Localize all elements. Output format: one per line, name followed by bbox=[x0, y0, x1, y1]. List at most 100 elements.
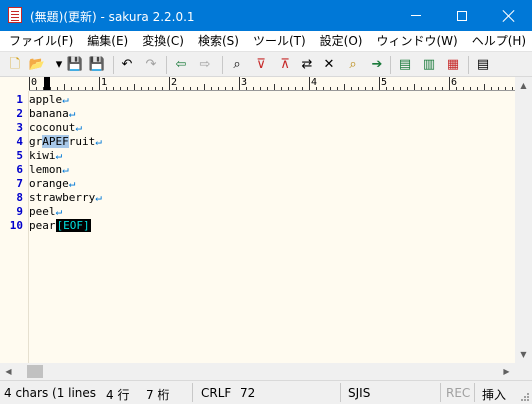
ruler-tick bbox=[211, 87, 212, 90]
settings-icon[interactable]: ▤ bbox=[474, 56, 492, 74]
status-divider bbox=[340, 383, 341, 402]
app-icon[interactable] bbox=[8, 7, 22, 23]
text-line[interactable]: 9 peel↵ bbox=[0, 205, 515, 219]
ruler-corner bbox=[0, 77, 29, 91]
status-bar: 4 chars (1 lines 4 行 7 桁 CRLF 72 SJIS RE… bbox=[0, 380, 532, 404]
ruler-tick bbox=[351, 87, 352, 90]
ruler-tick bbox=[428, 87, 429, 90]
close-button[interactable] bbox=[486, 0, 532, 31]
save-icon[interactable]: 💾 bbox=[66, 56, 84, 74]
text-line[interactable]: 2 banana↵ bbox=[0, 107, 515, 121]
line-number: 4 bbox=[16, 135, 23, 148]
scroll-up-icon[interactable]: ▲ bbox=[515, 77, 532, 94]
status-encoding[interactable]: SJIS bbox=[348, 386, 370, 400]
ruler-tick bbox=[491, 87, 492, 90]
status-line-ending[interactable]: CRLF bbox=[201, 386, 231, 400]
line-number: 6 bbox=[16, 163, 23, 176]
maximize-icon bbox=[457, 10, 467, 21]
resize-grip-icon[interactable] bbox=[520, 392, 530, 402]
scroll-right-icon[interactable]: ▶ bbox=[498, 363, 515, 380]
open-folder-icon[interactable]: 📂 bbox=[28, 56, 46, 74]
search-next-icon[interactable]: ⊼ bbox=[276, 56, 294, 74]
title-bar[interactable]: (無題)(更新) - sakura 2.2.0.1 bbox=[0, 0, 532, 31]
status-insert-mode[interactable]: 挿入 bbox=[482, 386, 506, 403]
ruler-tick bbox=[484, 84, 485, 90]
eof-marker: [EOF] bbox=[55, 219, 91, 232]
status-divider bbox=[440, 383, 441, 402]
line-number: 5 bbox=[16, 149, 23, 162]
menu-convert[interactable]: 変換(C) bbox=[135, 31, 191, 51]
jump-forward-icon[interactable]: ⇨ bbox=[196, 56, 214, 74]
ruler-tick bbox=[498, 87, 499, 90]
toolbar-separator bbox=[222, 56, 223, 74]
text-line[interactable]: 7 orange↵ bbox=[0, 177, 515, 191]
ruler-tick bbox=[260, 87, 261, 90]
minimize-button[interactable] bbox=[393, 0, 439, 31]
save-as-icon[interactable]: 💾 bbox=[88, 56, 106, 74]
line-text: kiwi bbox=[29, 149, 56, 162]
text-line[interactable]: 10 pear[EOF] bbox=[0, 219, 515, 233]
line-number: 2 bbox=[16, 107, 23, 120]
vertical-scrollbar[interactable]: ▲ ▼ bbox=[515, 77, 532, 363]
line-number: 7 bbox=[16, 177, 23, 190]
text-line[interactable]: 8 strawberry↵ bbox=[0, 191, 515, 205]
close-icon bbox=[503, 10, 515, 22]
ruler-tick bbox=[134, 84, 135, 90]
ruler-tick bbox=[442, 87, 443, 90]
scroll-down-icon[interactable]: ▼ bbox=[515, 346, 532, 363]
search-prev-icon[interactable]: ⊽ bbox=[252, 56, 270, 74]
menu-search[interactable]: 検索(S) bbox=[191, 31, 246, 51]
maximize-button[interactable] bbox=[439, 0, 485, 31]
ruler-tick bbox=[407, 87, 408, 90]
newline-mark: ↵ bbox=[95, 135, 102, 148]
menu-bar: ファイル(F) 編集(E) 変換(C) 検索(S) ツール(T) 設定(O) ウ… bbox=[0, 31, 532, 51]
toolbar-separator bbox=[113, 56, 114, 74]
menu-file[interactable]: ファイル(F) bbox=[2, 31, 80, 51]
text-line[interactable]: 1 apple↵ bbox=[0, 93, 515, 107]
ruler[interactable]: 0 1 2 3 4 5 6 bbox=[29, 77, 515, 91]
ruler-tick bbox=[449, 77, 450, 90]
undo-icon[interactable]: ↶ bbox=[118, 56, 136, 74]
menu-window[interactable]: ウィンドウ(W) bbox=[369, 31, 464, 51]
ruler-tick bbox=[302, 87, 303, 90]
menu-help[interactable]: ヘルプ(H) bbox=[465, 31, 532, 51]
ruler-tick bbox=[344, 84, 345, 90]
ruler-tick bbox=[50, 87, 51, 90]
bookmark-icon[interactable]: ➔ bbox=[368, 56, 386, 74]
ruler-label: 0 bbox=[31, 77, 38, 88]
grep-icon[interactable]: ⌕ bbox=[344, 56, 362, 74]
editor-area[interactable]: 1 apple↵ 2 banana↵ 3 coconut↵ 4 grAPEFru… bbox=[0, 91, 515, 363]
tag-jump-icon[interactable]: ▦ bbox=[444, 56, 462, 74]
redo-icon[interactable]: ↷ bbox=[142, 56, 160, 74]
ruler-tick bbox=[162, 87, 163, 90]
ruler-tick bbox=[470, 87, 471, 90]
ruler-tick bbox=[169, 77, 170, 90]
newline-mark: ↵ bbox=[68, 177, 76, 190]
ruler-tick bbox=[337, 87, 338, 90]
toolbar-separator bbox=[468, 56, 469, 74]
status-divider bbox=[192, 383, 193, 402]
menu-settings[interactable]: 設定(O) bbox=[313, 31, 370, 51]
ruler-tick bbox=[99, 77, 100, 90]
ruler-label: 5 bbox=[381, 77, 388, 88]
newline-mark: ↵ bbox=[95, 191, 102, 204]
clear-search-icon[interactable]: ✕ bbox=[320, 56, 338, 74]
status-char-code: 72 bbox=[240, 386, 256, 400]
replace-icon[interactable]: ⇄ bbox=[298, 56, 316, 74]
outline-icon[interactable]: ▤ bbox=[396, 56, 414, 74]
ruler-tick bbox=[190, 87, 191, 90]
menu-tools[interactable]: ツール(T) bbox=[246, 31, 313, 51]
text-line[interactable]: 6 lemon↵ bbox=[0, 163, 515, 177]
compare-icon[interactable]: ▥ bbox=[420, 56, 438, 74]
scroll-left-icon[interactable]: ◀ bbox=[0, 363, 17, 380]
jump-back-icon[interactable]: ⇦ bbox=[172, 56, 190, 74]
text-line[interactable]: 4 grAPEFruit↵ bbox=[0, 135, 515, 149]
text-line[interactable]: 5 kiwi↵ bbox=[0, 149, 515, 163]
search-icon[interactable]: ⌕ bbox=[228, 56, 246, 74]
text-line[interactable]: 3 coconut↵ bbox=[0, 121, 515, 135]
horizontal-scroll-thumb[interactable] bbox=[27, 365, 43, 378]
ruler-tick bbox=[400, 87, 401, 90]
new-file-icon[interactable]: 🗋 bbox=[6, 56, 24, 74]
horizontal-scrollbar[interactable]: ◀ ▶ bbox=[0, 363, 515, 380]
menu-edit[interactable]: 編集(E) bbox=[80, 31, 135, 51]
